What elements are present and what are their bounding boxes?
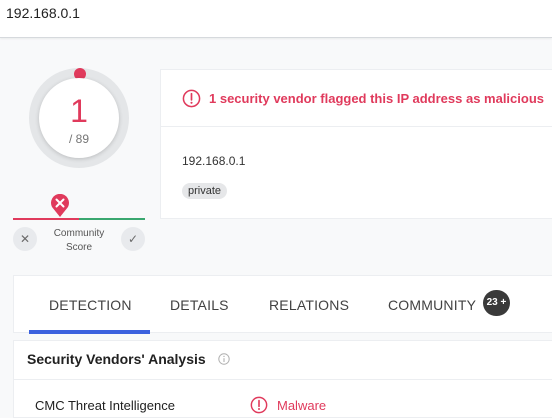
exclamation-circle-icon xyxy=(250,396,268,414)
detection-score-ring: 1 / 89 xyxy=(29,68,129,168)
detection-count: 1 xyxy=(70,93,88,129)
community-score-label: Community Score xyxy=(53,228,105,253)
ip-summary-card: 1 security vendor flagged this IP addres… xyxy=(160,69,552,219)
alert-text: 1 security vendor flagged this IP addres… xyxy=(209,91,544,106)
vendor-name: CMC Threat Intelligence xyxy=(35,398,175,413)
section-title: Security Vendors' Analysis xyxy=(27,351,206,367)
tag-private[interactable]: private xyxy=(182,183,228,199)
total-vendors: / 89 xyxy=(68,132,89,146)
tab-community[interactable]: COMMUNITY xyxy=(388,297,476,313)
detection-score: 1 / 89 xyxy=(39,78,119,158)
tab-relations[interactable]: RELATIONS xyxy=(269,297,349,313)
search-input[interactable]: 192.168.0.1 xyxy=(6,5,80,21)
ip-address: 192.168.0.1 xyxy=(182,154,246,168)
vendors-analysis-section: Security Vendors' Analysis CMC Threat In… xyxy=(13,340,552,418)
red-x-marker-icon xyxy=(51,194,69,217)
tab-details[interactable]: DETAILS xyxy=(170,297,229,313)
malicious-alert: 1 security vendor flagged this IP addres… xyxy=(182,89,544,108)
section-divider xyxy=(14,379,552,380)
info-icon[interactable] xyxy=(218,353,230,365)
card-divider xyxy=(161,126,552,127)
vendor-result-label: Malware xyxy=(277,397,327,413)
active-tab-indicator xyxy=(29,330,150,334)
check-icon[interactable]: ✓ xyxy=(121,227,145,251)
tab-bar: DETECTION DETAILS RELATIONS COMMUNITY 23… xyxy=(13,275,552,334)
community-score-negative-bar xyxy=(13,218,79,220)
top-search-bar[interactable]: 192.168.0.1 xyxy=(0,0,552,38)
community-count-badge: 23 + xyxy=(483,290,510,316)
x-icon[interactable]: ✕ xyxy=(13,227,37,251)
tab-detection[interactable]: DETECTION xyxy=(49,297,132,313)
community-score-positive-bar xyxy=(79,218,145,220)
exclamation-circle-icon xyxy=(182,89,201,108)
vendor-result: Malware xyxy=(250,396,326,414)
